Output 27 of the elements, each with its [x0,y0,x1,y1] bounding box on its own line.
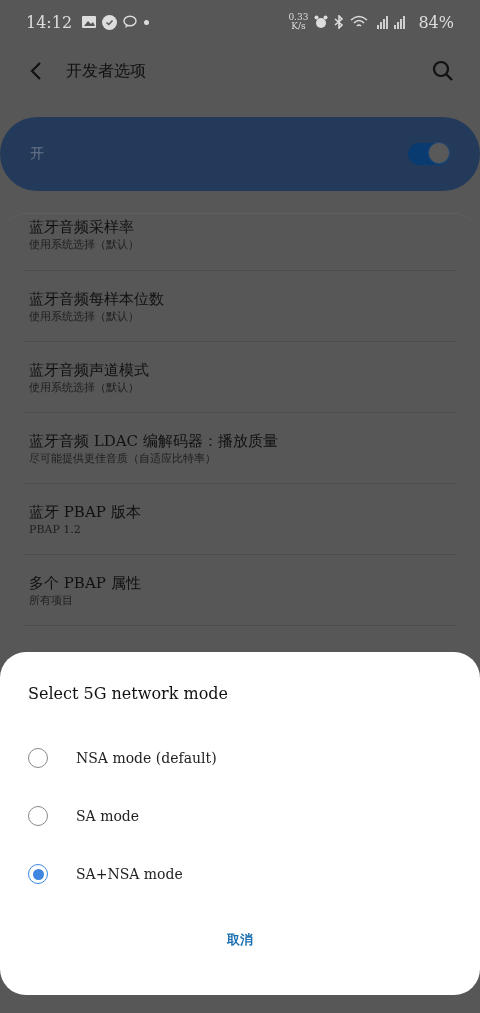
back-icon[interactable] [30,61,42,81]
toggle-switch[interactable] [408,143,450,165]
search-icon[interactable] [432,60,454,82]
bluetooth-icon [334,15,345,29]
alarm-icon [314,15,329,29]
option-label[interactable]: NSA mode (default) [76,750,217,766]
setting-value: PBAP 1.2 [29,522,81,537]
wifi-icon [350,15,369,29]
check-badge-icon [102,14,118,30]
setting-title[interactable]: 蓝牙音频采样率 [29,217,134,237]
option-label[interactable]: SA mode [76,808,140,824]
switch-label: 开 [30,145,44,163]
dialog-title: Select 5G network mode [27,683,229,705]
setting-title[interactable]: 多个 PBAP 属性 [29,573,141,593]
setting-title[interactable]: 蓝牙音频 LDAC 编解码器：播放质量 [29,431,278,451]
chat-bubble-icon [123,15,139,29]
battery-level: 84% [418,12,454,32]
option-label[interactable]: SA+NSA mode [76,866,183,882]
page-title: 开发者选项 [66,60,146,82]
status-time: 14:12 [26,12,73,32]
network-speed-value: 0.33 [288,13,309,22]
setting-title[interactable]: 蓝牙音频声道模式 [29,360,149,380]
setting-title[interactable]: 蓝牙音频每样本位数 [29,289,164,309]
dot-icon [144,19,150,25]
image-icon [82,16,97,28]
setting-title[interactable]: 蓝牙 PBAP 版本 [29,502,141,522]
network-speed-unit: K/s [291,22,306,31]
